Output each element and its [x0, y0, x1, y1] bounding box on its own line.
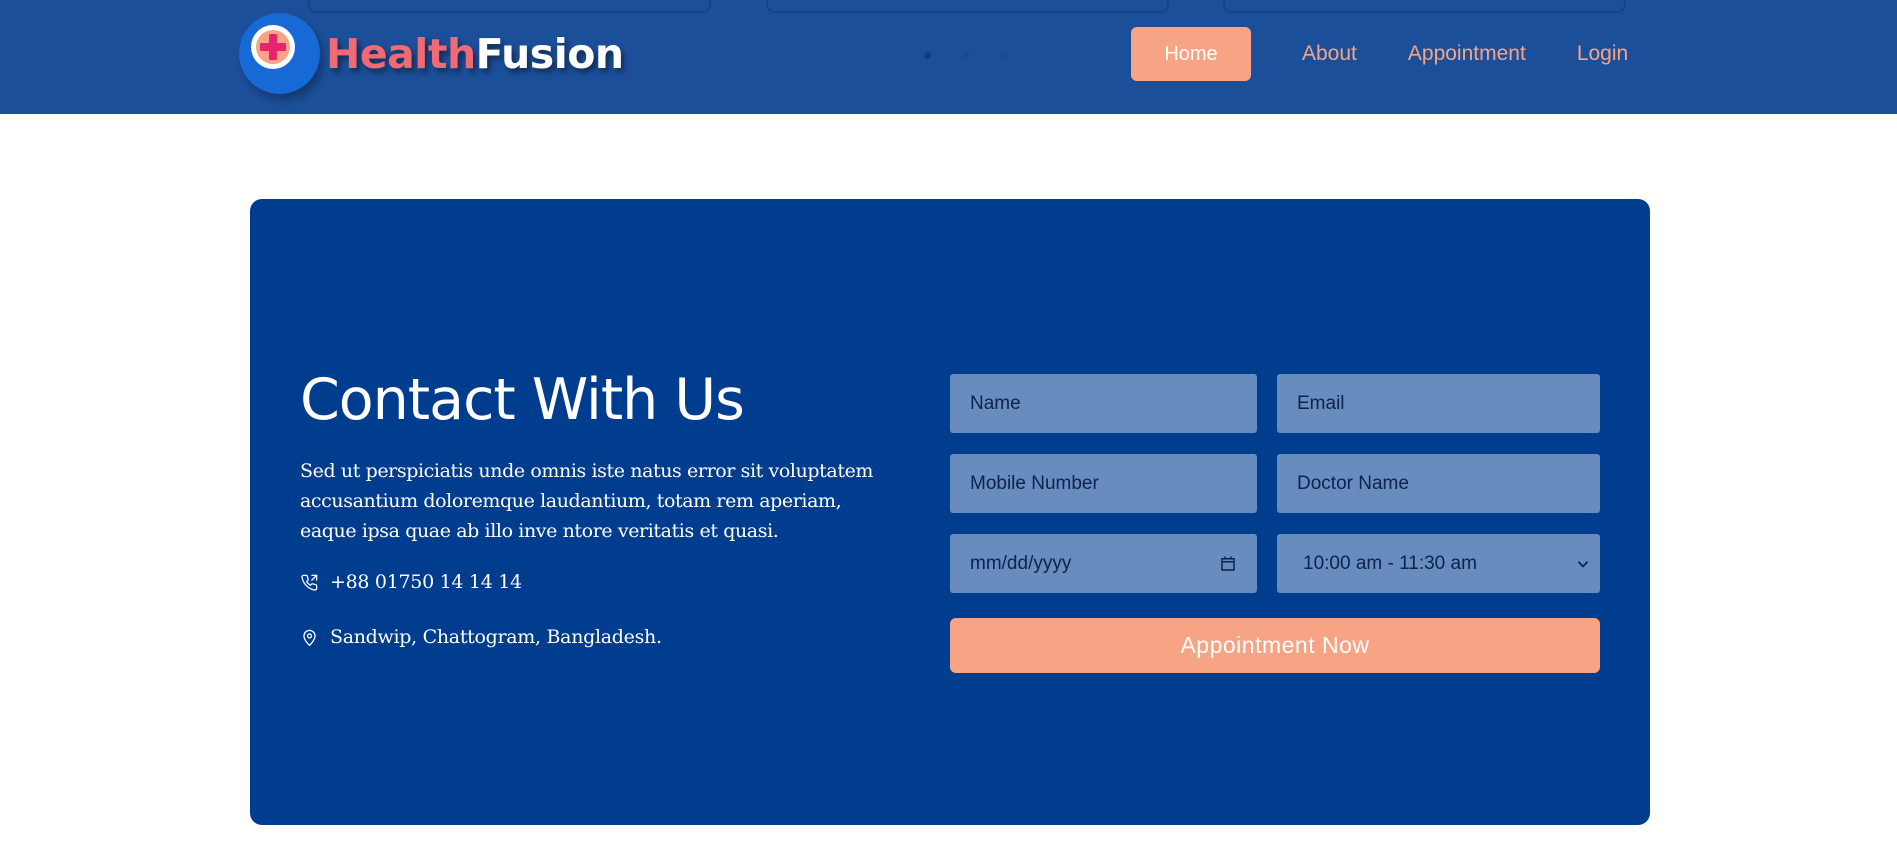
contact-address: Sandwip, Chattogram, Bangladesh. — [300, 626, 662, 648]
time-slot-select[interactable]: 10:00 am - 11:30 am — [1277, 534, 1600, 593]
date-placeholder: mm/dd/yyyy — [970, 552, 1072, 574]
site-header: HealthFusion Home About Appointment Logi… — [0, 0, 1897, 114]
nav-login-link[interactable]: Login — [1577, 42, 1628, 66]
time-slot-value: 10:00 am - 11:30 am — [1303, 552, 1477, 574]
phone-icon — [301, 574, 318, 591]
name-input[interactable]: Name — [950, 374, 1257, 433]
carousel-card-edge — [1223, 0, 1626, 13]
contact-description: Sed ut perspiciatis unde omnis iste natu… — [300, 460, 874, 542]
nav-about-link[interactable]: About — [1302, 42, 1357, 66]
contact-section: Contact With Us Sed ut perspiciatis unde… — [250, 199, 1650, 825]
contact-phone: +88 01750 14 14 14 — [300, 571, 522, 593]
carousel-card-edge — [308, 0, 711, 13]
contact-title: Contact With Us — [300, 367, 745, 433]
address-text: Sandwip, Chattogram, Bangladesh. — [330, 626, 662, 648]
mobile-number-input[interactable]: Mobile Number — [950, 454, 1257, 513]
appointment-now-button[interactable]: Appointment Now — [950, 618, 1600, 673]
carousel-dot[interactable] — [963, 52, 970, 59]
brand-name: HealthFusion — [326, 30, 624, 78]
carousel-card-edge — [766, 0, 1169, 13]
nav-appointment-link[interactable]: Appointment — [1408, 42, 1526, 66]
date-input[interactable]: mm/dd/yyyy — [950, 534, 1257, 593]
carousel-dot[interactable] — [924, 52, 931, 59]
phone-number: +88 01750 14 14 14 — [330, 571, 522, 593]
carousel-dots — [924, 52, 1009, 59]
brand-logo[interactable]: HealthFusion — [239, 13, 624, 94]
carousel-dot[interactable] — [1002, 52, 1009, 59]
brand-name-part1: Health — [326, 29, 476, 78]
nav-home-link[interactable]: Home — [1131, 27, 1251, 81]
chevron-down-icon — [1576, 557, 1590, 571]
calendar-icon[interactable] — [1219, 555, 1237, 573]
location-pin-icon — [303, 629, 316, 646]
doctor-name-input[interactable]: Doctor Name — [1277, 454, 1600, 513]
brand-name-part2: Fusion — [475, 29, 624, 78]
medical-cross-icon — [239, 13, 320, 94]
main-nav: Home About Appointment Login — [1131, 27, 1628, 81]
email-input[interactable]: Email — [1277, 374, 1600, 433]
